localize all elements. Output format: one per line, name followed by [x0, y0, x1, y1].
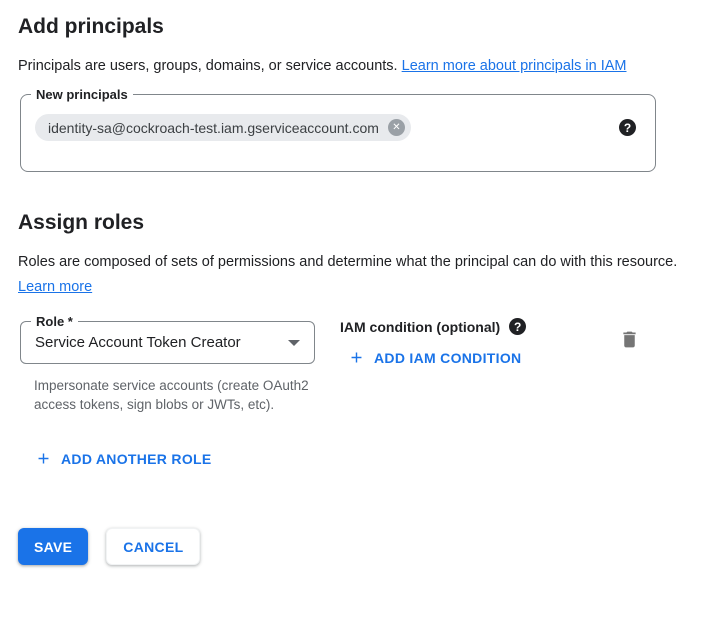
principal-chip: identity-sa@cockroach-test.iam.gservicea…	[35, 114, 411, 141]
page-title: Add principals	[18, 14, 695, 39]
chevron-down-icon	[288, 340, 300, 346]
add-another-role-label: ADD ANOTHER ROLE	[61, 451, 212, 467]
add-principals-panel: Add principals Principals are users, gro…	[0, 0, 713, 629]
learn-more-principals-link[interactable]: Learn more about principals in IAM	[402, 58, 627, 74]
save-button[interactable]: SAVE	[18, 528, 88, 565]
delete-role-column	[619, 329, 640, 355]
role-column: Role * Service Account Token Creator Imp…	[20, 321, 315, 414]
add-iam-condition-label: ADD IAM CONDITION	[374, 350, 521, 366]
assign-roles-description: Roles are composed of sets of permission…	[18, 250, 682, 300]
delete-role-button[interactable]	[619, 329, 640, 350]
iam-condition-label: IAM condition (optional)	[340, 319, 500, 335]
role-row: Role * Service Account Token Creator Imp…	[20, 321, 695, 414]
trash-icon	[619, 329, 640, 350]
assign-roles-description-text: Roles are composed of sets of permission…	[18, 254, 677, 270]
chip-remove-icon[interactable]: ✕	[388, 119, 405, 136]
footer-actions: SAVE CANCEL	[18, 528, 695, 565]
page-description-text: Principals are users, groups, domains, o…	[18, 58, 402, 74]
iam-condition-label-row: IAM condition (optional) ?	[340, 318, 526, 335]
plus-icon	[348, 349, 365, 366]
plus-icon	[35, 450, 52, 467]
assign-roles-title: Assign roles	[18, 210, 695, 235]
learn-more-roles-link[interactable]: Learn more	[18, 279, 92, 295]
new-principals-help-icon[interactable]: ?	[619, 119, 636, 136]
cancel-button[interactable]: CANCEL	[106, 528, 200, 565]
role-helper-text: Impersonate service accounts (create OAu…	[34, 377, 312, 414]
role-select[interactable]: Role * Service Account Token Creator	[20, 321, 315, 364]
new-principals-field[interactable]: New principals identity-sa@cockroach-tes…	[20, 94, 656, 172]
page-description: Principals are users, groups, domains, o…	[18, 54, 682, 79]
add-another-role-button[interactable]: ADD ANOTHER ROLE	[35, 450, 212, 467]
iam-condition-help-icon[interactable]: ?	[509, 318, 526, 335]
new-principals-label: New principals	[31, 86, 133, 103]
role-value: Service Account Token Creator	[35, 334, 288, 351]
principal-chip-text: identity-sa@cockroach-test.iam.gservicea…	[48, 120, 379, 136]
iam-condition-column: IAM condition (optional) ? ADD IAM CONDI…	[340, 321, 526, 371]
role-label: Role *	[31, 313, 78, 330]
add-iam-condition-button[interactable]: ADD IAM CONDITION	[348, 349, 521, 366]
